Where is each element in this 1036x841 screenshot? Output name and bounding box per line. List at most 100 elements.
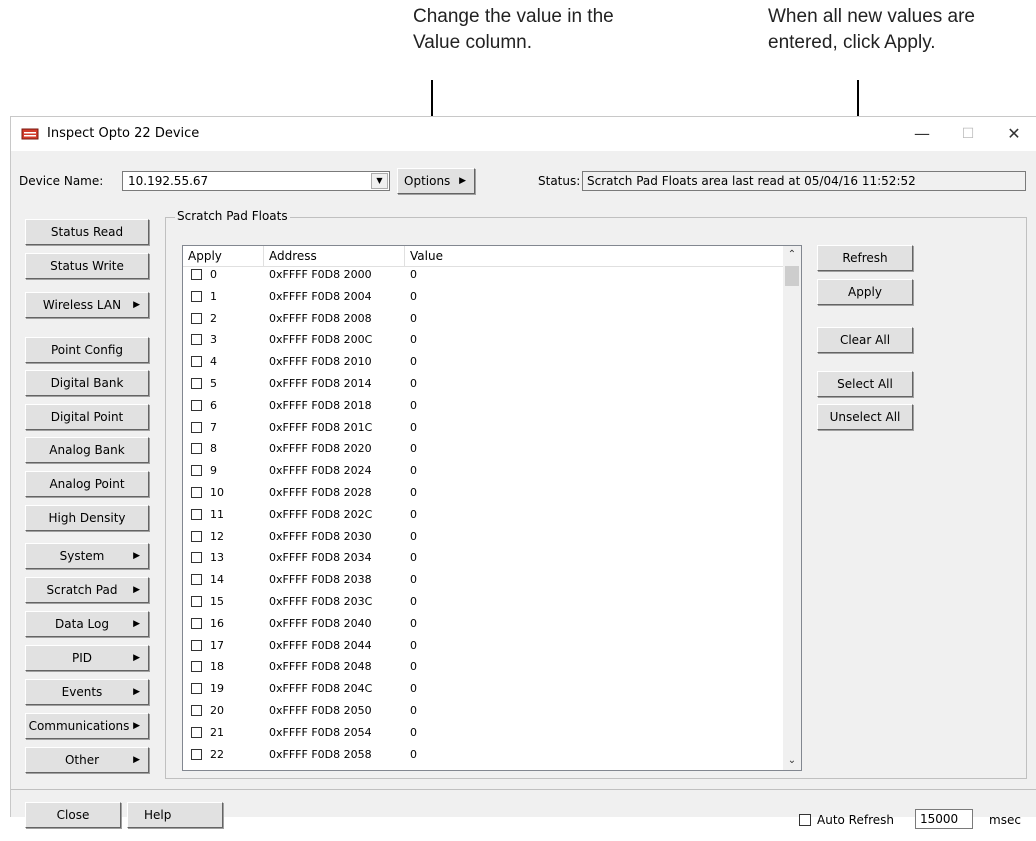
nav-system-button[interactable]: System ▶ xyxy=(25,543,149,569)
maximize-button[interactable]: ☐ xyxy=(945,117,991,151)
row-value[interactable]: 0 xyxy=(410,355,417,368)
row-value[interactable]: 0 xyxy=(410,551,417,564)
row-apply-checkbox[interactable] xyxy=(191,748,202,760)
row-value[interactable]: 0 xyxy=(410,748,417,761)
table-row[interactable]: 8 0xFFFF F0D8 2020 0 xyxy=(183,441,783,458)
column-value[interactable]: Value xyxy=(405,246,783,266)
table-row[interactable]: 21 0xFFFF F0D8 2054 0 xyxy=(183,725,783,742)
table-row[interactable]: 5 0xFFFF F0D8 2014 0 xyxy=(183,376,783,393)
close-button[interactable]: Close xyxy=(25,802,121,828)
table-row[interactable]: 4 0xFFFF F0D8 2010 0 xyxy=(183,354,783,371)
table-row[interactable]: 13 0xFFFF F0D8 2034 0 xyxy=(183,550,783,567)
row-apply-checkbox[interactable] xyxy=(191,421,202,433)
nav-communications-button[interactable]: Communications ▶ xyxy=(25,713,149,739)
nav-wireless-lan-button[interactable]: Wireless LAN ▶ xyxy=(25,292,149,318)
row-value[interactable]: 0 xyxy=(410,268,417,281)
refresh-button[interactable]: Refresh xyxy=(817,245,913,271)
minimize-button[interactable]: — xyxy=(899,117,945,151)
row-value[interactable]: 0 xyxy=(410,464,417,477)
nav-status-write-button[interactable]: Status Write xyxy=(25,253,149,279)
row-apply-checkbox[interactable] xyxy=(191,290,202,302)
nav-events-button[interactable]: Events ▶ xyxy=(25,679,149,705)
close-window-button[interactable]: ✕ xyxy=(991,117,1036,151)
table-row[interactable]: 0 0xFFFF F0D8 2000 0 xyxy=(183,267,783,284)
row-value[interactable]: 0 xyxy=(410,312,417,325)
row-value[interactable]: 0 xyxy=(410,595,417,608)
chevron-down-icon[interactable]: ▼ xyxy=(371,173,388,189)
table-row[interactable]: 18 0xFFFF F0D8 2048 0 xyxy=(183,659,783,676)
nav-digital-bank-button[interactable]: Digital Bank xyxy=(25,370,149,396)
nav-pid-button[interactable]: PID ▶ xyxy=(25,645,149,671)
nav-point-config-button[interactable]: Point Config xyxy=(25,337,149,363)
row-apply-checkbox[interactable] xyxy=(191,378,202,389)
table-row[interactable]: 7 0xFFFF F0D8 201C 0 xyxy=(183,420,783,437)
row-apply-checkbox[interactable] xyxy=(191,683,202,695)
row-value[interactable]: 0 xyxy=(410,399,417,412)
device-name-combo[interactable]: 10.192.55.67 ▼ xyxy=(122,171,390,191)
table-row[interactable]: 12 0xFFFF F0D8 2030 0 xyxy=(183,529,783,546)
table-row[interactable]: 3 0xFFFF F0D8 200C 0 xyxy=(183,332,783,349)
auto-refresh-checkbox[interactable] xyxy=(799,814,811,826)
scratch-pad-table[interactable]: Apply Address Value 0 0xFFFF F0D8 2000 0 1 0… xyxy=(182,245,802,771)
row-apply-checkbox[interactable] xyxy=(191,661,202,673)
nav-data-log-button[interactable]: Data Log ▶ xyxy=(25,611,149,637)
row-value[interactable]: 0 xyxy=(410,508,417,521)
table-row[interactable]: 16 0xFFFF F0D8 2040 0 xyxy=(183,616,783,633)
row-apply-checkbox[interactable] xyxy=(191,639,202,651)
column-address[interactable]: Address xyxy=(264,246,405,266)
table-row[interactable]: 17 0xFFFF F0D8 2044 0 xyxy=(183,638,783,655)
row-value[interactable]: 0 xyxy=(410,290,417,303)
table-row[interactable]: 14 0xFFFF F0D8 2038 0 xyxy=(183,572,783,589)
row-value[interactable]: 0 xyxy=(410,530,417,543)
table-row[interactable]: 9 0xFFFF F0D8 2024 0 xyxy=(183,463,783,480)
row-apply-checkbox[interactable] xyxy=(191,705,202,716)
scroll-up-icon[interactable]: ⌃ xyxy=(783,246,801,264)
row-apply-checkbox[interactable] xyxy=(191,312,202,324)
nav-other-button[interactable]: Other ▶ xyxy=(25,747,149,773)
refresh-interval-field[interactable]: 15000 xyxy=(915,809,973,829)
row-value[interactable]: 0 xyxy=(410,639,417,652)
row-value[interactable]: 0 xyxy=(410,573,417,586)
table-row[interactable]: 6 0xFFFF F0D8 2018 0 xyxy=(183,398,783,415)
row-value[interactable]: 0 xyxy=(410,377,417,390)
column-apply[interactable]: Apply xyxy=(183,246,264,266)
row-apply-checkbox[interactable] xyxy=(191,443,202,455)
row-value[interactable]: 0 xyxy=(410,442,417,455)
row-value[interactable]: 0 xyxy=(410,333,417,346)
row-apply-checkbox[interactable] xyxy=(191,334,202,346)
nav-analog-bank-button[interactable]: Analog Bank xyxy=(25,437,149,463)
row-value[interactable]: 0 xyxy=(410,486,417,499)
scroll-down-icon[interactable]: ⌄ xyxy=(783,752,801,770)
row-value[interactable]: 0 xyxy=(410,660,417,673)
table-row[interactable]: 10 0xFFFF F0D8 2028 0 xyxy=(183,485,783,502)
unselect-all-button[interactable]: Unselect All xyxy=(817,404,913,430)
nav-status-read-button[interactable]: Status Read xyxy=(25,219,149,245)
apply-button[interactable]: Apply xyxy=(817,279,913,305)
help-button[interactable]: Help xyxy=(127,802,223,828)
row-apply-checkbox[interactable] xyxy=(191,508,202,520)
row-apply-checkbox[interactable] xyxy=(191,617,202,629)
row-apply-checkbox[interactable] xyxy=(191,596,202,607)
row-value[interactable]: 0 xyxy=(410,682,417,695)
row-value[interactable]: 0 xyxy=(410,704,417,717)
table-row[interactable]: 1 0xFFFF F0D8 2004 0 xyxy=(183,289,783,306)
table-row[interactable]: 22 0xFFFF F0D8 2058 0 xyxy=(183,747,783,764)
table-row[interactable]: 15 0xFFFF F0D8 203C 0 xyxy=(183,594,783,611)
row-apply-checkbox[interactable] xyxy=(191,574,202,586)
table-row[interactable]: 2 0xFFFF F0D8 2008 0 xyxy=(183,311,783,328)
row-value[interactable]: 0 xyxy=(410,617,417,630)
select-all-button[interactable]: Select All xyxy=(817,371,913,397)
row-apply-checkbox[interactable] xyxy=(191,552,202,564)
table-row[interactable]: 20 0xFFFF F0D8 2050 0 xyxy=(183,703,783,720)
nav-analog-point-button[interactable]: Analog Point xyxy=(25,471,149,497)
table-row[interactable]: 11 0xFFFF F0D8 202C 0 xyxy=(183,507,783,524)
row-apply-checkbox[interactable] xyxy=(191,269,202,280)
row-apply-checkbox[interactable] xyxy=(191,356,202,368)
row-apply-checkbox[interactable] xyxy=(191,487,202,498)
row-apply-checkbox[interactable] xyxy=(191,726,202,738)
row-apply-checkbox[interactable] xyxy=(191,399,202,411)
table-row[interactable]: 19 0xFFFF F0D8 204C 0 xyxy=(183,681,783,698)
nav-high-density-button[interactable]: High Density xyxy=(25,505,149,531)
row-value[interactable]: 0 xyxy=(410,421,417,434)
vertical-scrollbar[interactable]: ⌃ ⌄ xyxy=(783,246,801,770)
